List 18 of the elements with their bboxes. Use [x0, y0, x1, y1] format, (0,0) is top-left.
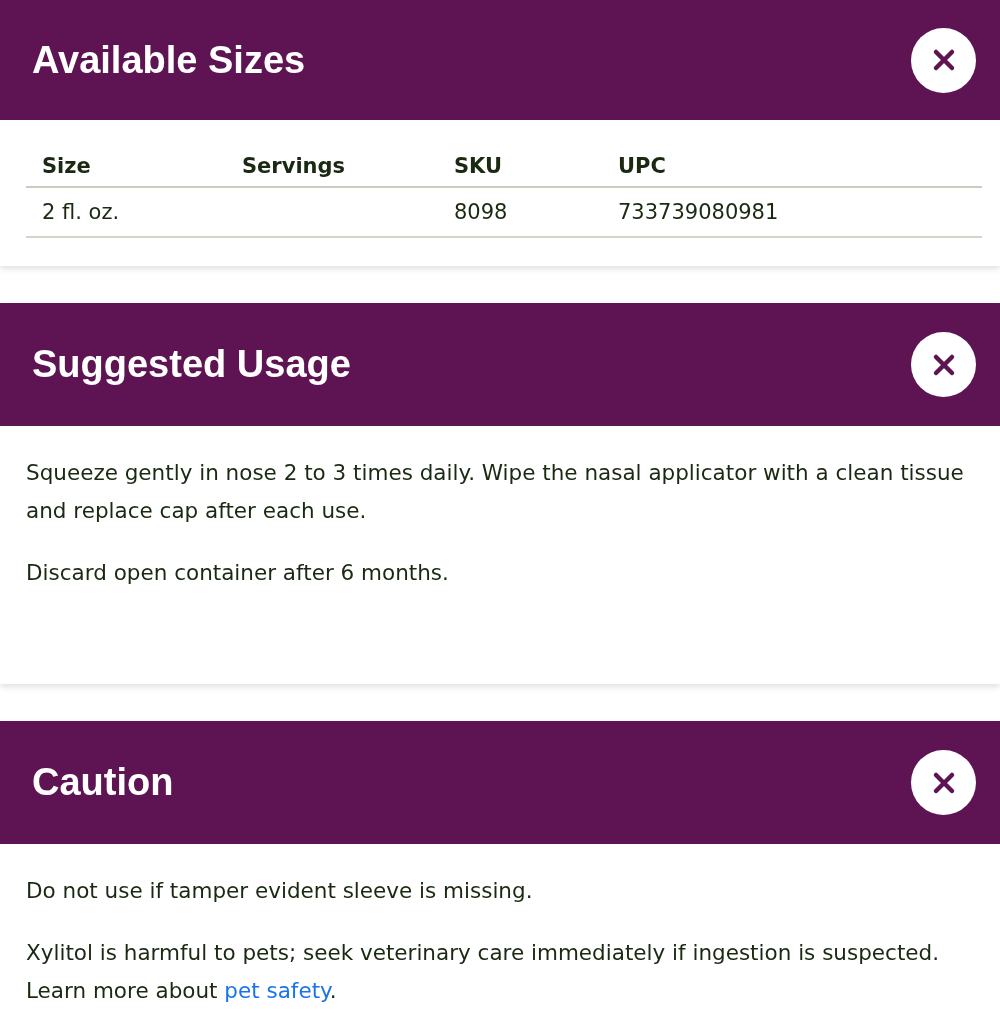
close-icon	[931, 352, 956, 377]
paragraph: Discard open container after 6 months.	[26, 559, 450, 587]
column-header: SKU	[454, 154, 503, 178]
table-cell: 733739080981	[618, 200, 779, 224]
table-cell: 8098	[454, 200, 508, 224]
panel-title: Suggested Usage	[32, 343, 351, 386]
panel-title: Available Sizes	[32, 38, 306, 82]
column-header: Size	[42, 154, 91, 178]
column-header: Servings	[242, 154, 346, 178]
pet-safety-link[interactable]: pet safety	[224, 978, 330, 1003]
panel-title: Caution	[32, 761, 174, 804]
paragraph: Do not use if tamper evident sleeve is missing.	[26, 877, 534, 905]
paragraph: Squeeze gently in nose 2 to 3 times daily. Wipe the nasal applicator with a clean tissue and replace cap after each use.	[26, 459, 965, 525]
close-icon	[931, 770, 956, 795]
paragraph: Xylitol is harmful to pets; seek veterinary care immediately if ingestion is suspected. Learn more about pet safety.	[26, 939, 940, 1005]
table-cell: 2 fl. oz.	[42, 200, 120, 224]
close-icon	[931, 48, 956, 72]
column-header: UPC	[618, 154, 666, 178]
